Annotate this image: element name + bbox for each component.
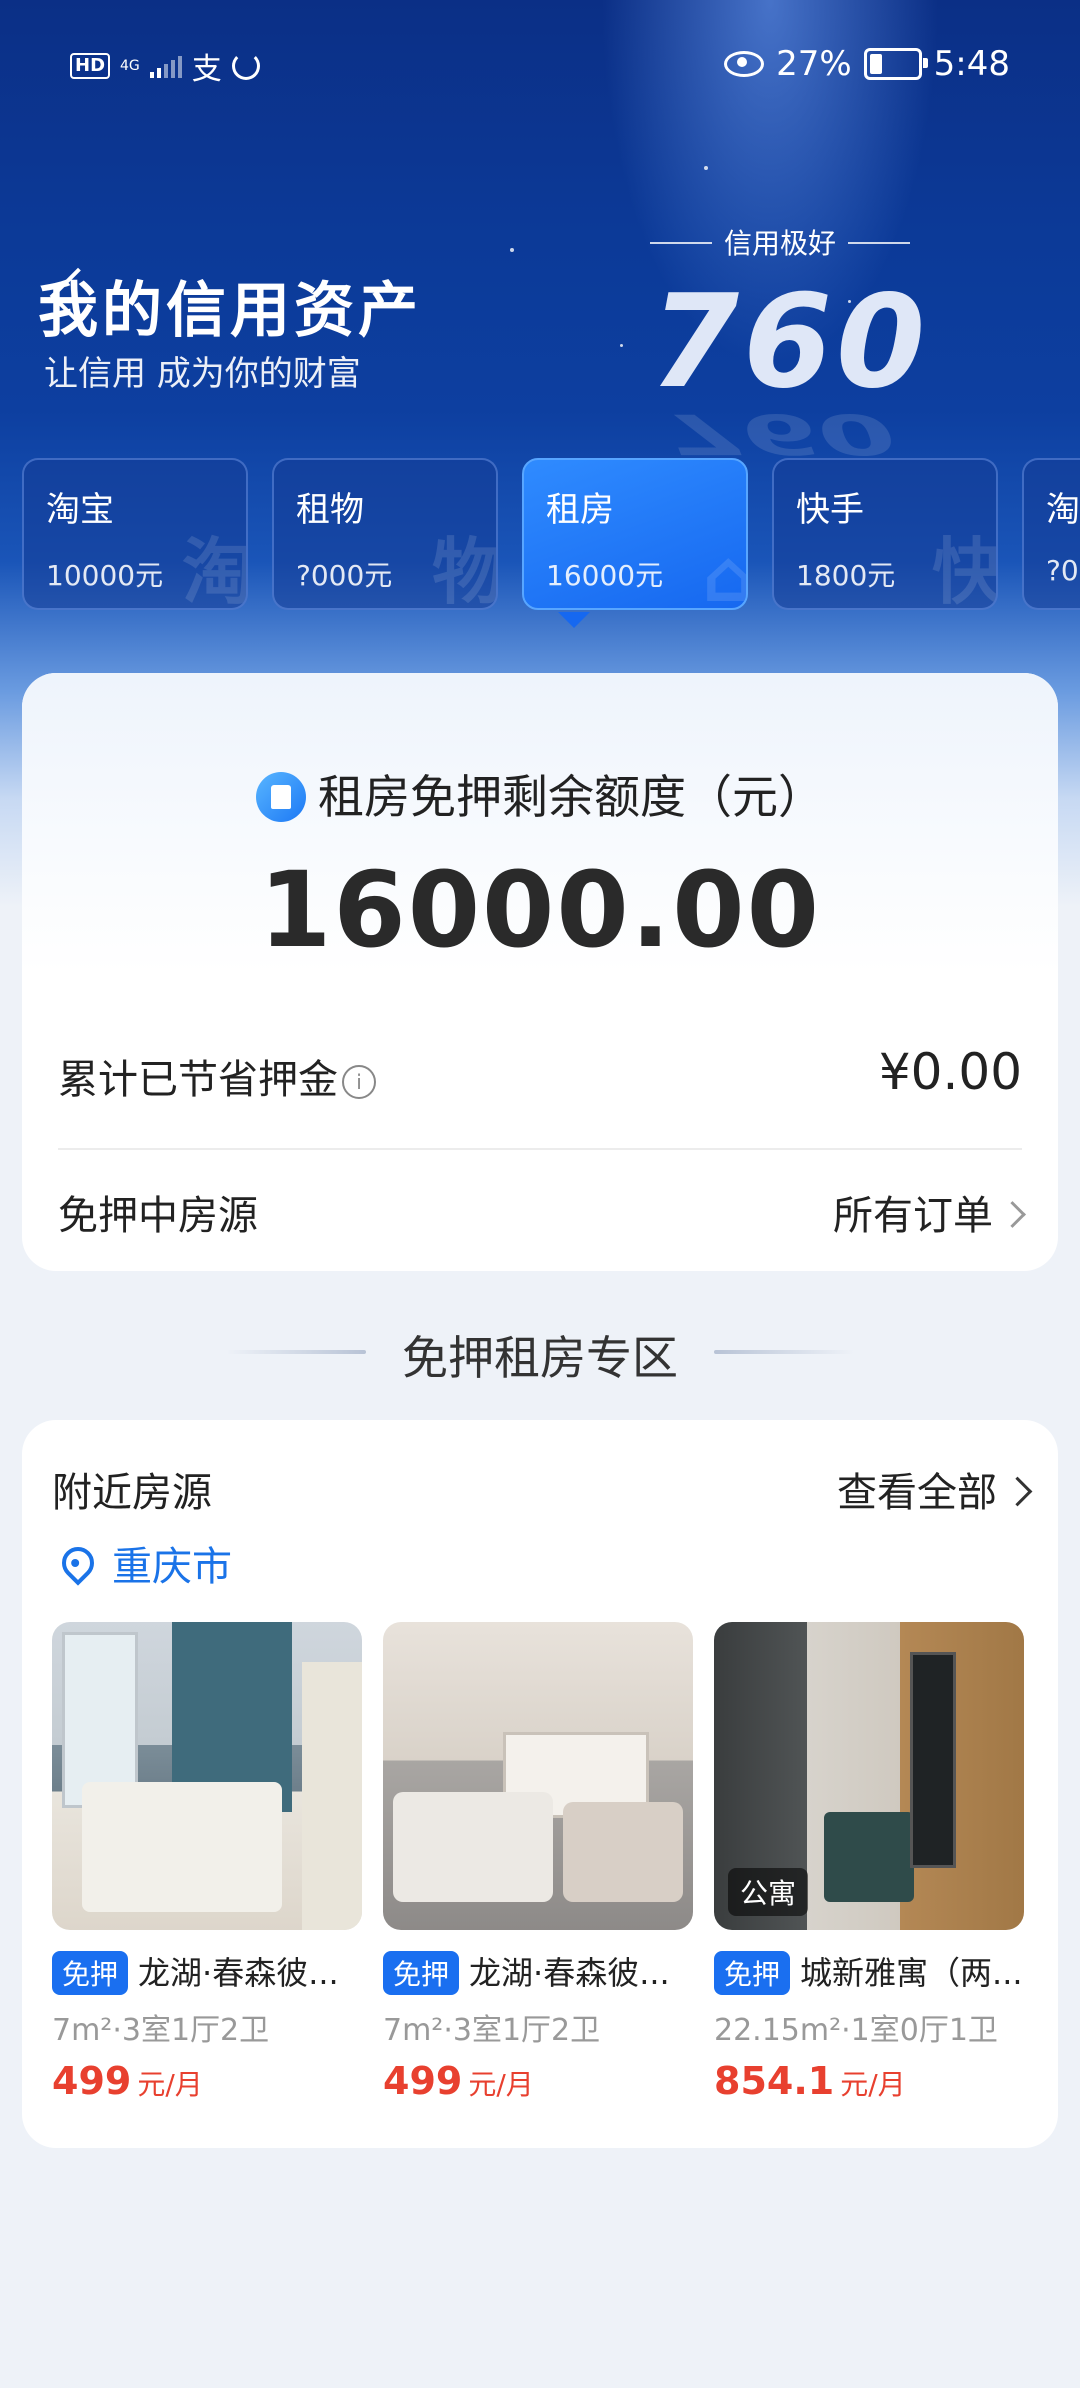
house-watermark-icon: ⌂ (702, 534, 746, 608)
house-title: 城新雅寓（两... (800, 1954, 1023, 1992)
chevron-right-icon (1002, 1476, 1033, 1506)
house-icon (256, 771, 306, 822)
eye-icon (724, 51, 765, 77)
star-decoration (510, 248, 514, 252)
house-price: 499 元/月 (52, 2059, 362, 2103)
saved-deposit-label: 累计已节省押金 (58, 1057, 338, 1103)
house-spec: 7m²·3室1厅2卫 (52, 2013, 270, 2048)
category-amount: ?000元 (296, 559, 393, 592)
category-name: 租物 (296, 490, 364, 530)
price-unit: 元/月 (840, 2068, 906, 2101)
rent-quota-card: 租房免押剩余额度（元） 16000.00 累计已节省押金 i ¥0.00 免押中房… (22, 673, 1058, 1271)
chevron-right-icon (999, 1200, 1026, 1228)
price-value: 499 (383, 2059, 463, 2103)
house-photo: 公寓 (714, 1622, 1024, 1930)
house-spec: 22.15m²·1室0厅1卫 (714, 2013, 998, 2048)
category-card-kuaishou[interactable]: 快手 1800元 快 (772, 458, 998, 610)
category-card-rent-house[interactable]: 租房 16000元 ⌂ (522, 458, 748, 610)
view-all-text: 查看全部 (837, 1470, 997, 1516)
house-name: 免押 龙湖·春森彼... (383, 1948, 693, 1995)
house-card[interactable]: 免押 龙湖·春森彼... 7m²·3室1厅2卫 499 元/月 (383, 1622, 693, 2103)
house-card[interactable]: 公寓 免押 城新雅寓（两... 22.15m²·1室0厅1卫 854.1 元/月 (714, 1622, 1024, 2103)
house-name: 免押 城新雅寓（两... (714, 1948, 1024, 1995)
credit-level-label: 信用极好 (650, 222, 910, 262)
taobao-watermark-icon: 淘 (181, 530, 248, 610)
saved-deposit-row: 累计已节省押金 i ¥0.00 (58, 1013, 1022, 1125)
star-decoration (704, 166, 708, 170)
house-photo (383, 1622, 693, 1930)
category-card-taobao-2[interactable]: 淘 ?0 (1022, 458, 1080, 610)
all-orders-link[interactable]: 所有订单 (833, 1183, 1026, 1241)
network-type: 4G (120, 58, 140, 74)
all-orders-text: 所有订单 (833, 1193, 993, 1239)
quota-title: 租房免押剩余额度（元） (22, 761, 1058, 827)
category-card-rent-goods[interactable]: 租物 ?000元 物 (272, 458, 498, 610)
house-photo (52, 1622, 362, 1930)
back-button[interactable] (20, 130, 107, 325)
info-icon[interactable]: i (342, 1065, 376, 1099)
signal-icon (149, 54, 182, 78)
category-card-taobao[interactable]: 淘宝 10000元 淘 (22, 458, 248, 610)
battery-icon (863, 48, 928, 80)
house-card[interactable]: 免押 龙湖·春森彼... 7m²·3室1厅2卫 499 元/月 (52, 1622, 362, 2103)
house-title: 龙湖·春森彼... (138, 1954, 339, 1992)
house-name: 免押 龙湖·春森彼... (52, 1948, 362, 1995)
credit-category-tabs: 淘宝 10000元 淘 租物 ?000元 物 租房 16000元 ⌂ 快手 18… (22, 458, 1080, 614)
star-decoration (620, 344, 623, 347)
battery-percent: 27% (776, 44, 852, 84)
credit-score-reflection: 760 (665, 402, 895, 466)
page-title: 我的信用资产 (38, 276, 422, 346)
loading-icon (231, 52, 260, 80)
nearby-title: 附近房源 (52, 1470, 212, 1516)
quota-title-text: 租房免押剩余额度（元） (318, 770, 824, 824)
apartment-tag: 公寓 (728, 1868, 809, 1916)
price-value: 499 (52, 2059, 132, 2103)
kuaishou-watermark-icon: 快 (931, 530, 998, 610)
page-subtitle: 让信用 成为你的财富 (44, 354, 361, 394)
category-amount: 1800元 (796, 559, 896, 592)
location-selector[interactable]: 重庆市 (55, 1534, 232, 1592)
quota-amount: 16000.00 (258, 849, 822, 971)
active-tab-pointer (558, 612, 590, 628)
price-value: 854.1 (714, 2059, 835, 2103)
credit-score[interactable]: 760 (650, 268, 925, 417)
app-notification-icon: 支 (191, 52, 222, 87)
category-amount: 16000元 (546, 559, 664, 592)
deposit-free-listings-row[interactable]: 免押中房源 所有订单 (58, 1149, 1026, 1261)
house-title: 龙湖·春森彼... (469, 1954, 670, 1992)
price-unit: 元/月 (468, 2068, 534, 2101)
category-amount: ?0 (1046, 554, 1079, 587)
price-unit: 元/月 (137, 2068, 203, 2101)
category-name: 淘 (1046, 490, 1080, 530)
view-all-link[interactable]: 查看全部 (837, 1460, 1033, 1518)
nearby-listings-card: 附近房源 查看全部 重庆市 免押 龙湖·春森彼... 7m²·3室1厅2卫 499… (22, 1420, 1058, 2148)
category-name: 快手 (796, 490, 864, 530)
location-pin-icon (55, 1540, 101, 1586)
house-price: 499 元/月 (383, 2059, 693, 2103)
house-spec: 7m²·3室1厅2卫 (383, 2013, 601, 2048)
hd-indicator: HD (70, 53, 111, 79)
listings-label: 免押中房源 (58, 1193, 258, 1239)
status-bar: HD 4G 支 27% 5:48 (0, 44, 1080, 88)
category-amount: 10000元 (46, 559, 164, 592)
category-name: 淘宝 (46, 490, 114, 530)
house-price: 854.1 元/月 (714, 2059, 1024, 2103)
location-name: 重庆市 (112, 1544, 232, 1590)
section-title: 免押租房专区 (0, 1322, 1080, 1388)
deposit-free-badge: 免押 (52, 1951, 129, 1995)
clock: 5:48 (933, 44, 1010, 84)
deposit-free-badge: 免押 (714, 1951, 791, 1995)
rent-goods-watermark-icon: 物 (431, 530, 498, 610)
category-name: 租房 (546, 490, 614, 530)
deposit-free-badge: 免押 (383, 1951, 460, 1995)
saved-deposit-value: ¥0.00 (878, 1043, 1022, 1101)
